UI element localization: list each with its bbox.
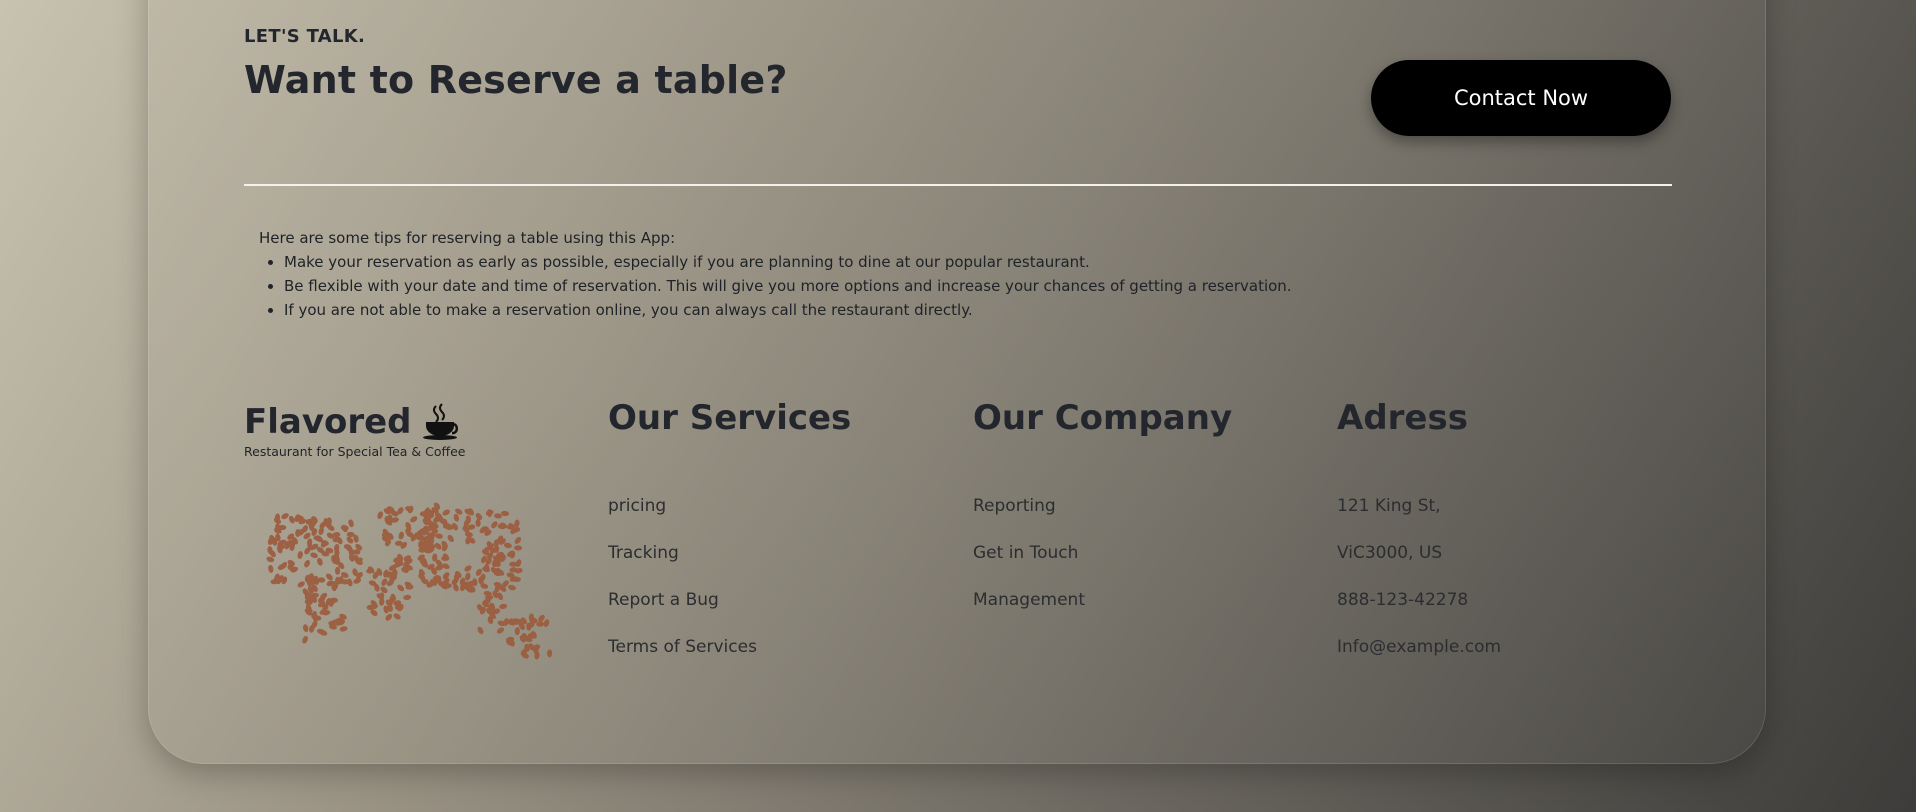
address-title: Adress — [1337, 398, 1468, 438]
coffee-bean — [475, 518, 481, 527]
coffee-bean — [512, 576, 521, 582]
address-phone: 888-123-42278 — [1337, 590, 1469, 610]
tip-item: If you are not able to make a reservatio… — [284, 298, 1292, 322]
coffee-bean-world-map — [266, 502, 553, 660]
divider — [244, 184, 1672, 186]
address-city: ViC3000, US — [1337, 543, 1443, 563]
get-in-touch-link[interactable]: Get in Touch — [973, 543, 1078, 563]
coffee-bean — [454, 573, 460, 582]
reserve-headline: Want to Reserve a table? — [244, 58, 788, 102]
coffee-bean — [453, 513, 460, 522]
address-street: 121 King St, — [1337, 496, 1441, 516]
address-email: Info@example.com — [1337, 637, 1502, 657]
company-link-item: Management — [973, 584, 1085, 631]
our-company-title: Our Company — [973, 398, 1233, 438]
coffee-bean — [499, 603, 508, 610]
terms-link[interactable]: Terms of Services — [608, 637, 757, 657]
coffee-bean — [514, 627, 520, 636]
services-link-item: Report a Bug — [608, 584, 757, 631]
coffee-bean — [339, 626, 348, 632]
coffee-bean — [268, 564, 274, 573]
coffee-bean — [477, 626, 484, 635]
coffee-bean — [302, 635, 308, 644]
company-link-item: Reporting — [973, 490, 1085, 537]
services-link-item: Terms of Services — [608, 631, 757, 678]
brand-logo[interactable]: Flavored — [244, 398, 466, 446]
coffee-bean — [377, 511, 384, 520]
coffee-bean — [447, 534, 454, 543]
address-lines: 121 King St, ViC3000, US 888-123-42278 I… — [1337, 490, 1501, 678]
coffee-cup-icon — [422, 403, 458, 440]
coffee-bean — [348, 519, 354, 528]
coffee-bean — [317, 557, 323, 566]
coffee-bean — [514, 545, 523, 551]
coffee-bean — [514, 536, 522, 544]
coffee-bean — [303, 624, 309, 633]
coffee-bean — [334, 566, 341, 575]
coffee-bean — [297, 551, 303, 559]
coffee-bean — [325, 573, 333, 581]
contact-now-button[interactable]: Contact Now — [1371, 60, 1671, 136]
coffee-bean — [464, 565, 472, 572]
coffee-bean — [381, 578, 388, 586]
brand-tagline: Restaurant for Special Tea & Coffee — [244, 444, 466, 459]
services-links: pricing Tracking Report a Bug Terms of S… — [608, 490, 757, 678]
coffee-bean — [442, 509, 450, 516]
coffee-bean — [465, 572, 471, 581]
coffee-bean — [491, 521, 498, 529]
coffee-bean — [397, 584, 405, 592]
coffee-bean — [546, 649, 553, 658]
coffee-bean — [393, 613, 401, 620]
coffee-bean — [501, 510, 509, 517]
tip-item: Be flexible with your date and time of r… — [284, 274, 1292, 298]
footer-brand: Flavored Restaurant for Special Tea & Co… — [244, 398, 466, 459]
coffee-bean — [398, 531, 405, 540]
coffee-bean — [508, 584, 516, 591]
coffee-bean — [385, 613, 393, 621]
pricing-link[interactable]: pricing — [608, 496, 666, 516]
services-link-item: pricing — [608, 490, 757, 537]
coffee-bean — [435, 533, 443, 539]
tip-item: Make your reservation as early as possib… — [284, 250, 1292, 274]
tips-list: Make your reservation as early as possib… — [259, 250, 1292, 322]
tracking-link[interactable]: Tracking — [608, 543, 679, 563]
coffee-bean — [503, 542, 512, 549]
coffee-bean — [304, 559, 311, 568]
coffee-bean — [403, 594, 412, 601]
management-link[interactable]: Management — [973, 590, 1085, 610]
company-link-item: Get in Touch — [973, 537, 1085, 584]
coffee-bean — [438, 581, 447, 587]
reporting-link[interactable]: Reporting — [973, 496, 1056, 516]
coffee-bean — [281, 513, 289, 520]
coffee-bean — [494, 513, 502, 519]
company-links: Reporting Get in Touch Management — [973, 490, 1085, 631]
tips-intro: Here are some tips for reserving a table… — [259, 229, 676, 247]
our-services-title: Our Services — [608, 398, 852, 438]
coffee-bean — [310, 552, 318, 559]
coffee-bean — [543, 619, 550, 627]
section-eyebrow: LET'S TALK. — [244, 26, 366, 47]
coffee-bean — [297, 581, 305, 588]
brand-name: Flavored — [244, 402, 412, 442]
coffee-bean — [318, 527, 324, 536]
report-bug-link[interactable]: Report a Bug — [608, 590, 719, 610]
coffee-bean — [496, 627, 505, 634]
coffee-bean — [410, 516, 418, 523]
services-link-item: Tracking — [608, 537, 757, 584]
reservation-tips: Here are some tips for reserving a table… — [259, 226, 1292, 322]
